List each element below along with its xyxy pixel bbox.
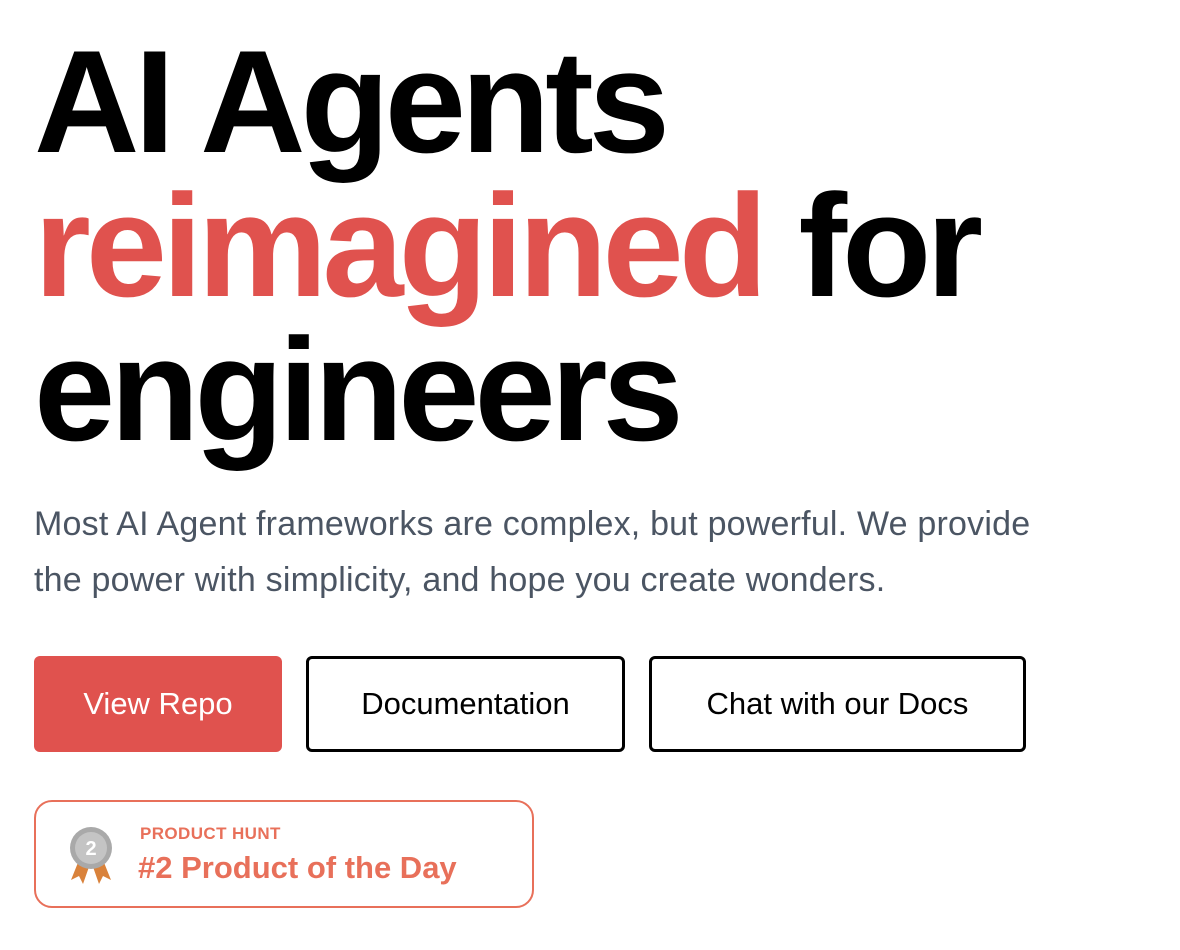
product-hunt-badge[interactable]: 2 PRODUCT HUNT #2 Product of the Day bbox=[34, 800, 534, 908]
product-hunt-title: #2 Product of the Day bbox=[138, 850, 457, 885]
headline-line-2-rest: for bbox=[798, 164, 983, 327]
headline-line-2: reimagined for bbox=[34, 173, 1164, 319]
headline-line-1: AI Agents bbox=[34, 20, 670, 183]
view-repo-button[interactable]: View Repo bbox=[34, 656, 282, 752]
documentation-button[interactable]: Documentation bbox=[306, 656, 625, 752]
medal-number: 2 bbox=[85, 838, 96, 860]
headline-accent-word: reimagined bbox=[34, 164, 768, 327]
hero-subtitle: Most AI Agent frameworks are complex, bu… bbox=[34, 496, 1164, 608]
headline-line-3: engineers bbox=[34, 308, 684, 471]
product-hunt-label: PRODUCT HUNT bbox=[140, 824, 281, 843]
hero-section: AI Agents reimagined for engineers bbox=[34, 20, 1164, 471]
chat-with-docs-button[interactable]: Chat with our Docs bbox=[649, 656, 1026, 752]
subtitle-line-2: the power with simplicity, and hope you … bbox=[34, 561, 886, 599]
subtitle-line-1: Most AI Agent frameworks are complex, bu… bbox=[34, 505, 1031, 543]
hero-headline: AI Agents reimagined for engineers bbox=[34, 20, 1164, 471]
medal-icon: 2 bbox=[70, 827, 112, 884]
